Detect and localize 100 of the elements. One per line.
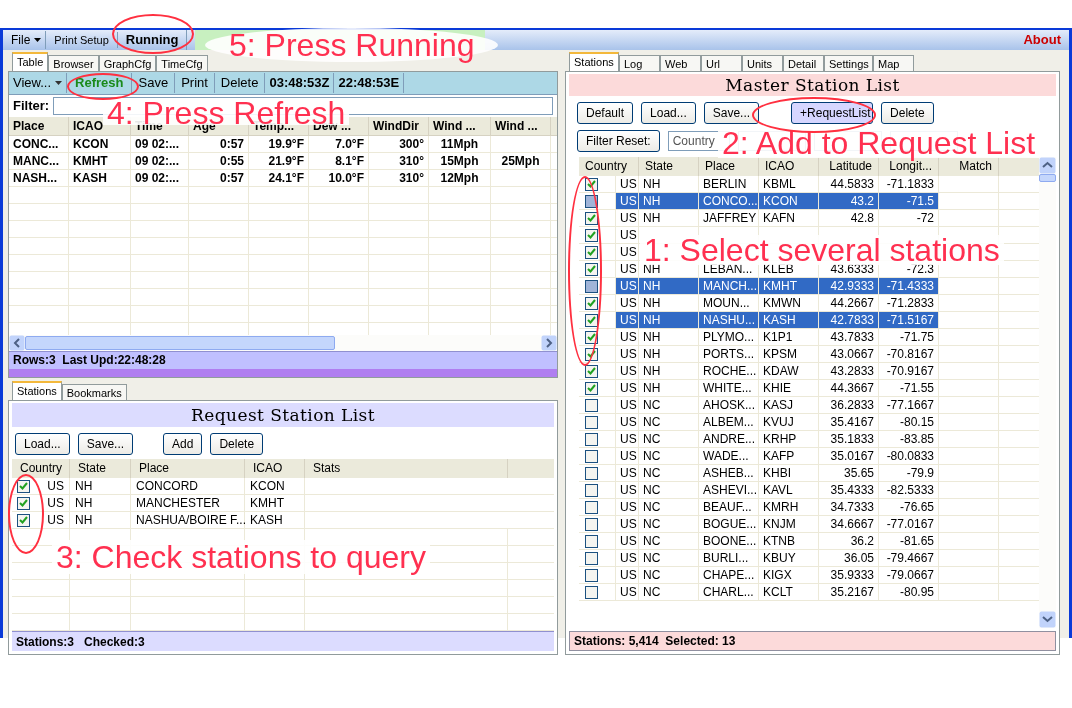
- view-menu[interactable]: View...: [9, 73, 68, 93]
- tab[interactable]: Stations: [12, 381, 62, 400]
- button[interactable]: Delete: [210, 433, 264, 455]
- station-row[interactable]: US NC ASHEVI... KAVL 35.4333 -82.5333: [579, 482, 1039, 499]
- checkbox[interactable]: [585, 262, 598, 276]
- checkbox[interactable]: [585, 551, 598, 565]
- checkbox[interactable]: [585, 517, 598, 531]
- station-row[interactable]: US NC ASHEB... KHBI 35.65 -79.9: [579, 465, 1039, 482]
- button[interactable]: +RequestList: [791, 102, 874, 124]
- station-row[interactable]: US NC CHAPE... KIGX 35.9333 -79.0667: [579, 567, 1039, 584]
- tab[interactable]: Settings: [824, 55, 873, 71]
- running-button[interactable]: Running: [117, 30, 188, 50]
- toolbar-button[interactable]: Save: [132, 73, 176, 93]
- checkbox[interactable]: [585, 245, 598, 259]
- tab[interactable]: TimeCfg: [156, 55, 208, 71]
- about-link[interactable]: About: [1023, 30, 1065, 50]
- button[interactable]: Load...: [15, 433, 70, 455]
- scrollbar-thumb[interactable]: [25, 336, 335, 350]
- table-cell: KVUJ: [759, 414, 819, 430]
- checkbox[interactable]: [585, 364, 598, 378]
- station-row[interactable]: US NH MANCH... KMHT 42.9333 -71.4333: [579, 278, 1039, 295]
- checkbox[interactable]: [585, 330, 598, 344]
- checkbox[interactable]: [585, 194, 598, 208]
- station-row[interactable]: US NH CONCO... KCON 43.2 -71.5: [579, 193, 1039, 210]
- horizontal-scrollbar[interactable]: [9, 335, 557, 351]
- button[interactable]: Default: [577, 102, 634, 124]
- station-row[interactable]: US NC BOGUE... KNJM 34.6667 -77.0167: [579, 516, 1039, 533]
- checkbox[interactable]: [585, 449, 598, 463]
- toolbar-button[interactable]: Print: [175, 73, 215, 93]
- table-cell: NH: [639, 312, 699, 328]
- tab[interactable]: Web: [660, 55, 701, 71]
- menu-item[interactable]: File: [7, 31, 47, 49]
- button[interactable]: Delete: [881, 102, 934, 124]
- checkbox[interactable]: [585, 177, 598, 191]
- column-header[interactable]: State: [70, 459, 131, 478]
- checkbox[interactable]: [585, 500, 598, 514]
- checkbox[interactable]: [585, 398, 598, 412]
- tab[interactable]: Map: [873, 55, 914, 71]
- checkbox[interactable]: [585, 347, 598, 361]
- vertical-scrollbar[interactable]: [1039, 157, 1056, 628]
- station-row[interactable]: US NH PORTS... KPSM 43.0667 -70.8167: [579, 346, 1039, 363]
- tab[interactable]: Units: [742, 55, 783, 71]
- button[interactable]: Save...: [77, 433, 134, 455]
- checkbox[interactable]: [585, 585, 598, 599]
- button[interactable]: Load...: [641, 102, 696, 124]
- column-header[interactable]: Wind ...: [429, 117, 491, 135]
- station-row[interactable]: US NC BEAUF... KMRH 34.7333 -76.65: [579, 499, 1039, 516]
- station-row[interactable]: US NH ROCHE... KDAW 43.2833 -70.9167: [579, 363, 1039, 380]
- checkbox[interactable]: [585, 534, 598, 548]
- station-row[interactable]: US NC BURLI... KBUY 36.05 -79.4667: [579, 550, 1039, 567]
- column-header[interactable]: ICAO: [245, 459, 305, 478]
- button[interactable]: Filter Reset:: [577, 130, 660, 152]
- station-row[interactable]: US NH NASHU... KASH 42.7833 -71.5167: [579, 312, 1039, 329]
- column-header[interactable]: Wind ...: [491, 117, 551, 135]
- column-header[interactable]: Country: [579, 157, 639, 176]
- table-cell: CHARL...: [699, 584, 759, 600]
- station-row[interactable]: US NC BOONE... KTNB 36.2 -81.65: [579, 533, 1039, 550]
- station-row[interactable]: US NC ANDRE... KRHP 35.1833 -83.85: [579, 431, 1039, 448]
- tab[interactable]: Table: [12, 52, 49, 71]
- filter-label: Filter:: [13, 97, 50, 116]
- column-header[interactable]: WindDir: [369, 117, 429, 135]
- checkbox[interactable]: [585, 568, 598, 582]
- checkbox[interactable]: [585, 279, 598, 293]
- checkbox[interactable]: [585, 415, 598, 429]
- station-row[interactable]: US NC AHOSK... KASJ 36.2833 -77.1667: [579, 397, 1039, 414]
- checkbox[interactable]: [17, 479, 30, 493]
- tab[interactable]: GraphCfg: [98, 55, 157, 71]
- checkbox[interactable]: [17, 496, 30, 510]
- column-header[interactable]: Country: [12, 459, 70, 478]
- tab[interactable]: Stations: [569, 52, 619, 71]
- checkbox[interactable]: [17, 513, 30, 527]
- menu-item[interactable]: Print Setup: [46, 31, 118, 49]
- table-cell: NH: [639, 193, 699, 209]
- checkbox[interactable]: [585, 466, 598, 480]
- button[interactable]: Add: [163, 433, 203, 455]
- tab[interactable]: Browser: [48, 55, 99, 71]
- station-row[interactable]: US NC WADE... KAFP 35.0167 -80.0833: [579, 448, 1039, 465]
- station-row[interactable]: US NH PLYMO... K1P1 43.7833 -71.75: [579, 329, 1039, 346]
- tab[interactable]: Bookmarks: [61, 384, 127, 400]
- column-header[interactable]: Place: [9, 117, 69, 135]
- checkbox[interactable]: [585, 381, 598, 395]
- checkbox[interactable]: [585, 228, 598, 242]
- scrollbar-thumb[interactable]: [1039, 174, 1056, 182]
- station-row[interactable]: US NC CHARL... KCLT 35.2167 -80.95: [579, 584, 1039, 601]
- checkbox[interactable]: [585, 483, 598, 497]
- checkbox[interactable]: [585, 432, 598, 446]
- station-row[interactable]: US NH WHITE... KHIE 44.3667 -71.55: [579, 380, 1039, 397]
- tab[interactable]: Url: [701, 55, 742, 71]
- station-row[interactable]: US NC ALBEM... KVUJ 35.4167 -80.15: [579, 414, 1039, 431]
- checkbox[interactable]: [585, 313, 598, 327]
- tab[interactable]: Log: [619, 55, 660, 71]
- checkbox[interactable]: [585, 296, 598, 310]
- station-row[interactable]: US NH JAFFREY KAFN 42.8 -72: [579, 210, 1039, 227]
- toolbar-button[interactable]: Delete: [214, 73, 266, 93]
- column-header[interactable]: State: [639, 157, 699, 176]
- button[interactable]: Save...: [703, 102, 760, 124]
- tab[interactable]: Detail: [783, 55, 824, 71]
- column-header[interactable]: Place: [131, 459, 245, 478]
- checkbox[interactable]: [585, 211, 598, 225]
- column-header[interactable]: Stats: [305, 459, 508, 478]
